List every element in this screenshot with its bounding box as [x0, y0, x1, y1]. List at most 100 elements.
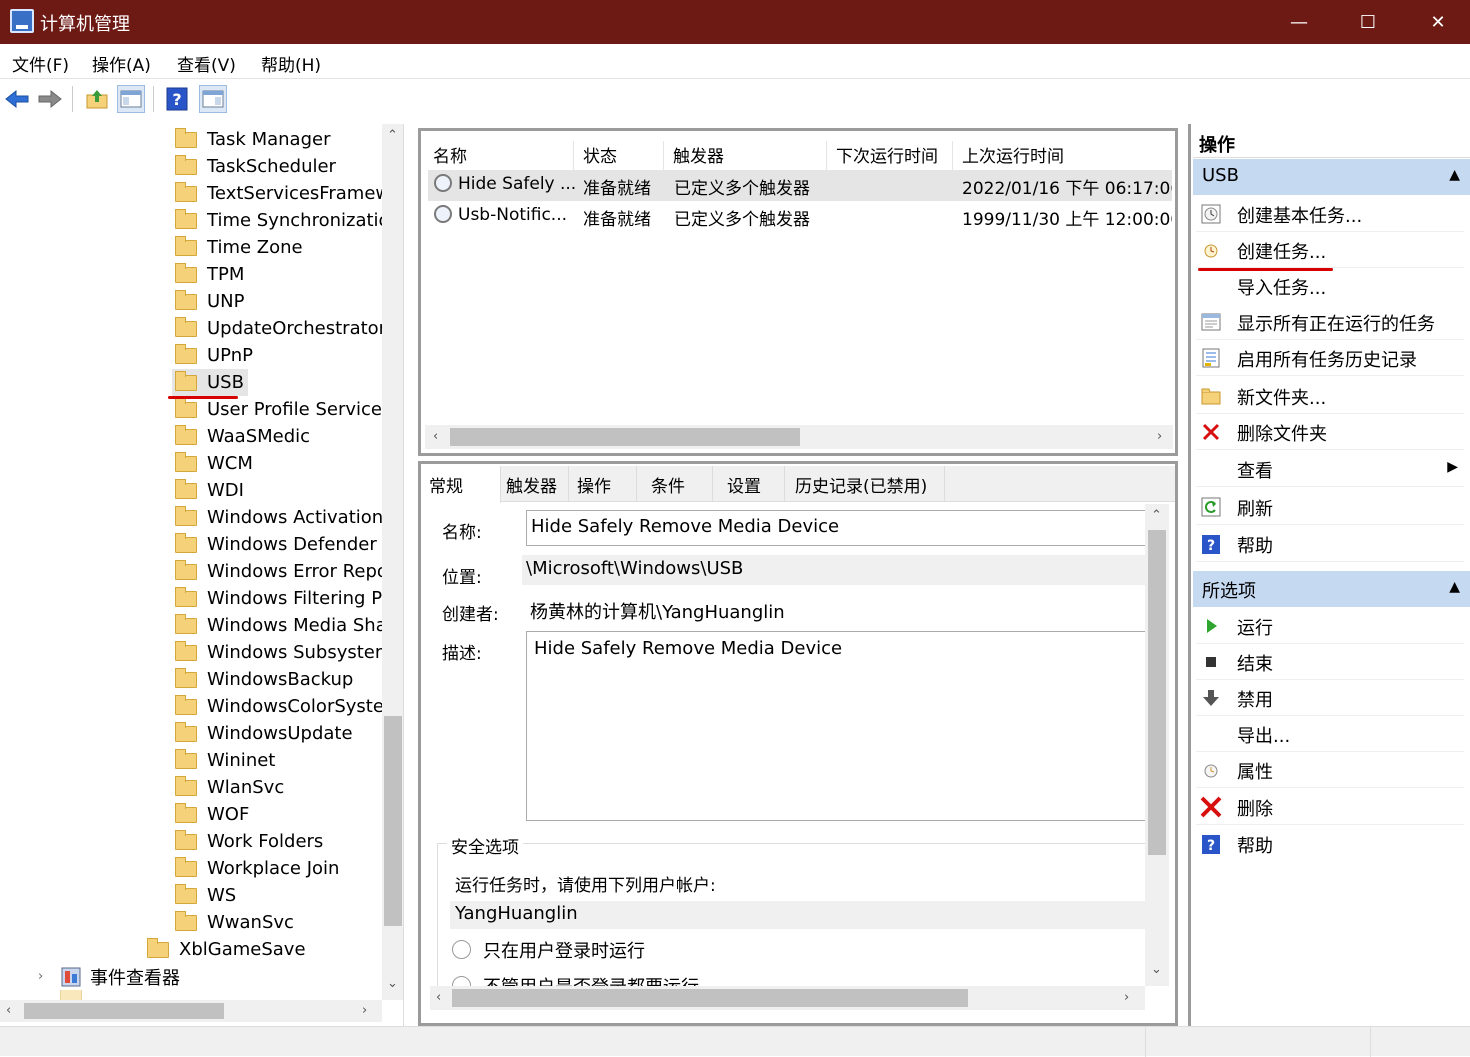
tree-item[interactable]: WwanSvc — [175, 909, 294, 936]
action-export[interactable]: 导出... — [1196, 716, 1464, 752]
action-delete[interactable]: 删除 — [1196, 789, 1464, 825]
action-import-task[interactable]: 导入任务... — [1196, 268, 1464, 304]
action-display-running-tasks[interactable]: 显示所有正在运行的任务 — [1196, 304, 1464, 340]
tree-item[interactable]: WindowsColorSystem — [175, 693, 401, 720]
selected-item-section-header[interactable]: 所选项 ▲ — [1193, 571, 1470, 607]
tab-conditions[interactable]: 条件 — [637, 466, 713, 502]
scroll-thumb[interactable] — [384, 716, 402, 926]
tree-item-xblgamesave[interactable]: XblGameSave — [147, 936, 306, 963]
tree-item[interactable]: WCM — [175, 450, 253, 477]
tree-item[interactable]: Windows Error Report — [175, 558, 402, 585]
tree-item[interactable]: WindowsUpdate — [175, 720, 353, 747]
action-enable-task-history[interactable]: 启用所有任务历史记录 — [1196, 340, 1464, 376]
tree-item[interactable]: Windows Subsystem — [175, 639, 392, 666]
scroll-left-icon[interactable]: ‹ — [433, 429, 438, 444]
radio-button-icon[interactable] — [452, 940, 471, 959]
scroll-up-icon[interactable]: ⌃ — [1151, 508, 1162, 523]
task-row-selected[interactable]: Hide Safely ... 准备就绪 已定义多个触发器 2022/01/16… — [428, 170, 1172, 201]
scroll-left-icon[interactable]: ‹ — [6, 1003, 11, 1018]
action-properties[interactable]: 属性 — [1196, 752, 1464, 788]
scroll-thumb[interactable] — [1148, 530, 1166, 855]
tree-item[interactable]: Time Synchronizatior — [175, 207, 397, 234]
tree-vertical-scrollbar[interactable]: ⌃ ⌄ — [382, 124, 403, 1000]
scroll-right-icon[interactable]: › — [1124, 990, 1129, 1005]
collapse-arrow-icon[interactable]: ▲ — [1449, 579, 1460, 595]
action-create-basic-task[interactable]: 创建基本任务... — [1196, 196, 1464, 232]
action-delete-folder[interactable]: 删除文件夹 — [1196, 414, 1464, 450]
details-horizontal-scrollbar[interactable]: ‹ › — [430, 986, 1145, 1010]
tab-general[interactable]: 常规 — [421, 466, 501, 503]
action-refresh[interactable]: 刷新 — [1196, 489, 1464, 525]
tree-item[interactable]: Time Zone — [175, 234, 303, 261]
tab-actions[interactable]: 操作 — [569, 466, 637, 502]
scroll-down-icon[interactable]: ⌄ — [1151, 962, 1162, 977]
tree-item[interactable]: WOF — [175, 801, 249, 828]
collapse-arrow-icon[interactable]: ▲ — [1449, 167, 1460, 183]
tree-horizontal-scrollbar[interactable]: ‹ › — [0, 1000, 382, 1022]
details-vertical-scrollbar[interactable]: ⌃ ⌄ — [1145, 504, 1169, 986]
tree-item[interactable]: User Profile Service — [175, 396, 382, 423]
tree-item[interactable]: TextServicesFramewo — [175, 180, 401, 207]
tab-triggers[interactable]: 触发器 — [501, 466, 569, 502]
scroll-down-icon[interactable]: ⌄ — [387, 976, 398, 991]
minimize-button[interactable]: — — [1264, 0, 1334, 44]
tree-item[interactable]: Windows Activation T — [175, 504, 400, 531]
tree-item[interactable]: Workplace Join — [175, 855, 339, 882]
forward-button[interactable] — [36, 85, 64, 113]
expand-chevron-icon[interactable]: › — [38, 969, 60, 984]
menu-help[interactable]: 帮助(H) — [261, 51, 321, 76]
pane-splitter[interactable] — [1188, 124, 1191, 1026]
action-new-folder[interactable]: 新文件夹... — [1196, 378, 1464, 414]
tree-item[interactable]: WaaSMedic — [175, 423, 310, 450]
task-list-horizontal-scrollbar[interactable]: ‹ › — [425, 425, 1173, 449]
usb-section-header[interactable]: USB ▲ — [1193, 159, 1470, 195]
maximize-button[interactable]: ☐ — [1333, 0, 1403, 44]
menu-action[interactable]: 操作(A) — [92, 51, 151, 76]
tree-item[interactable]: WDI — [175, 477, 244, 504]
back-button[interactable] — [3, 85, 31, 113]
scroll-right-icon[interactable]: › — [362, 1003, 367, 1018]
tree-item[interactable]: Windows Filtering Pla — [175, 585, 398, 612]
scroll-left-icon[interactable]: ‹ — [436, 990, 441, 1005]
menu-file[interactable]: 文件(F) — [12, 51, 69, 76]
tree-item[interactable]: Work Folders — [175, 828, 323, 855]
task-row[interactable]: Usb-Notific... 准备就绪 已定义多个触发器 1999/11/30 … — [428, 201, 1172, 232]
tree-item[interactable]: Windows Defender — [175, 531, 377, 558]
tree-item[interactable]: Windows Media Shari — [175, 612, 399, 639]
tree-item-usb-selected[interactable]: USB — [172, 369, 248, 396]
tree-item[interactable]: WS — [175, 882, 236, 909]
tree-item[interactable]: UPnP — [175, 342, 253, 369]
tree-item[interactable]: WindowsBackup — [175, 666, 353, 693]
radio-run-only-logged-on[interactable]: 只在用户登录时运行 — [450, 936, 1050, 964]
radio-run-whether-logged-on[interactable]: 不管用户是否登录都要运行 — [450, 972, 1050, 986]
up-folder-button[interactable] — [83, 85, 111, 113]
tree-item[interactable]: WlanSvc — [175, 774, 284, 801]
scroll-right-icon[interactable]: › — [1157, 429, 1162, 444]
tree-item[interactable]: UpdateOrchestrator — [175, 315, 386, 342]
tree-item[interactable]: UNP — [175, 288, 245, 315]
close-button[interactable]: ✕ — [1403, 0, 1470, 44]
action-disable[interactable]: 禁用 — [1196, 680, 1464, 716]
scroll-thumb[interactable] — [24, 1003, 224, 1019]
tree-item[interactable]: Wininet — [175, 747, 275, 774]
action-end[interactable]: 结束 — [1196, 644, 1464, 680]
show-hide-tree-button[interactable] — [117, 85, 145, 113]
name-field[interactable]: Hide Safely Remove Media Device — [526, 510, 1146, 546]
action-help-selected[interactable]: ? 帮助 — [1196, 826, 1464, 862]
radio-button-icon[interactable] — [452, 976, 471, 986]
action-view[interactable]: 查看 ▶ — [1196, 451, 1464, 487]
action-run[interactable]: 运行 — [1196, 608, 1464, 644]
help-button[interactable]: ? — [163, 85, 191, 113]
scroll-up-icon[interactable]: ⌃ — [387, 128, 398, 143]
tree-item[interactable]: TaskScheduler — [175, 153, 336, 180]
tab-history[interactable]: 历史记录(已禁用) — [785, 466, 945, 502]
tree-item[interactable]: Task Manager — [175, 126, 330, 153]
show-action-pane-button[interactable] — [199, 85, 227, 113]
tree-item[interactable]: TPM — [175, 261, 244, 288]
menu-view[interactable]: 查看(V) — [177, 51, 236, 76]
description-field[interactable]: Hide Safely Remove Media Device — [526, 631, 1146, 821]
action-help[interactable]: ? 帮助 — [1196, 526, 1464, 562]
tree-item-event-viewer[interactable]: › 事件查看器 — [38, 963, 180, 990]
scroll-thumb[interactable] — [450, 428, 800, 446]
action-create-task[interactable]: 创建任务... — [1196, 232, 1464, 268]
